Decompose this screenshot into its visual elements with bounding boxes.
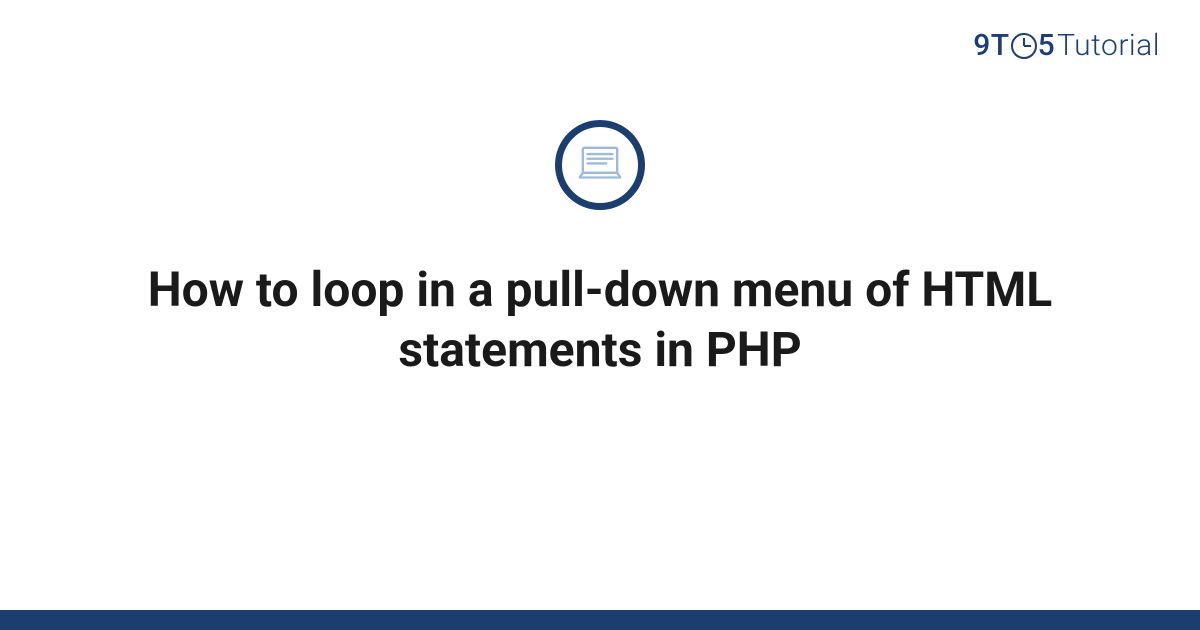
brand-part-2: 5 xyxy=(1038,28,1056,63)
laptop-svg xyxy=(575,140,625,190)
footer-accent-bar xyxy=(0,610,1200,630)
laptop-document-icon xyxy=(555,120,645,210)
main-content: How to loop in a pull-down menu of HTML … xyxy=(0,120,1200,610)
brand-part-3: Tutorial xyxy=(1057,28,1160,63)
article-title: How to loop in a pull-down menu of HTML … xyxy=(100,260,1100,380)
brand-logo: 9T 5 Tutorial xyxy=(973,28,1160,63)
clock-icon xyxy=(1011,33,1037,59)
brand-part-1: 9T xyxy=(973,28,1009,63)
